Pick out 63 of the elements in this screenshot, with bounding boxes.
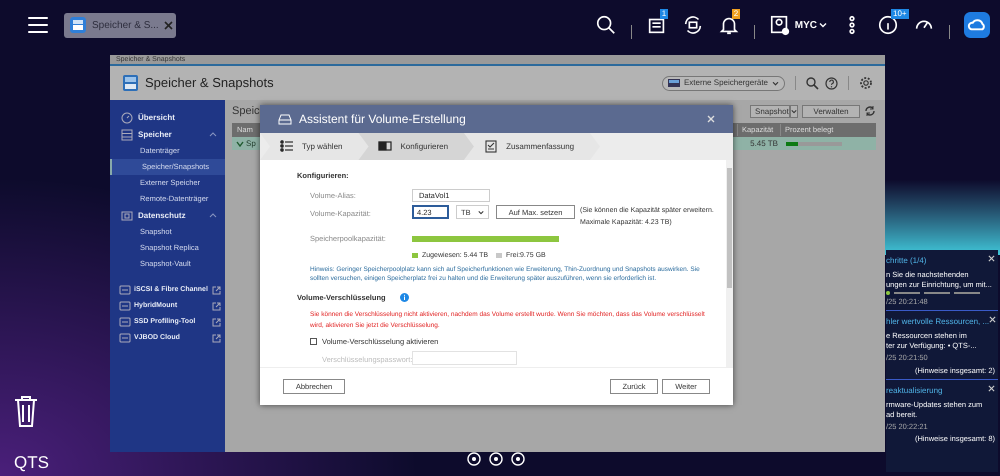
chevron-up-icon[interactable] (209, 132, 217, 137)
step-icon (280, 140, 294, 153)
dock-widget-icon[interactable] (467, 452, 481, 466)
dropdown-toggle[interactable] (790, 104, 798, 118)
badge: 1 (660, 9, 668, 19)
search-icon[interactable] (594, 14, 617, 36)
tool-icon (119, 301, 131, 311)
qts-logo: QTS (14, 452, 49, 474)
sidebar-icon (121, 112, 133, 124)
table-cell-text: 5.45 TB (749, 138, 779, 150)
settings-icon[interactable] (859, 76, 873, 90)
wizard-step[interactable]: Typ wählen (260, 133, 368, 160)
app-logo-icon (122, 74, 139, 92)
external-link-icon[interactable] (212, 318, 221, 326)
caret-icon[interactable] (819, 22, 827, 28)
caret-icon (772, 80, 779, 86)
table-cell: Sp (246, 138, 256, 150)
scrollbar[interactable] (726, 160, 733, 367)
external-link-icon[interactable] (212, 286, 221, 294)
toolbar-button[interactable]: Verwalten (802, 104, 860, 118)
wizard-step[interactable]: Zusammenfassung (464, 133, 600, 160)
step-icon (378, 140, 392, 153)
app-title: Speicher & Snapshots (145, 74, 274, 92)
drive-icon (668, 78, 680, 88)
notification-title[interactable]: hler wertvolle Ressourcen, ... (886, 316, 990, 328)
external-link-icon[interactable] (212, 334, 221, 342)
sidebar-icon (121, 210, 133, 222)
dialog-title: Assistent für Volume-Erstellung (299, 111, 466, 128)
dock-widget-icon[interactable] (489, 452, 503, 466)
sidebar-icon (121, 128, 133, 140)
drive-icon (278, 114, 292, 124)
cloud-icon[interactable] (964, 12, 990, 38)
tool-icon (119, 285, 131, 295)
chevron-down-icon[interactable] (236, 140, 244, 146)
app-icon (69, 16, 87, 34)
step-icon (484, 140, 498, 153)
menu-icon[interactable] (27, 16, 49, 34)
external-link-icon[interactable] (212, 302, 221, 310)
tool-icon (119, 317, 131, 327)
help-icon[interactable] (825, 76, 838, 90)
sidebar-item[interactable]: Speicher (110, 126, 225, 143)
notification-title[interactable]: chritte (1/4) (886, 255, 926, 267)
wizard-step[interactable]: Konfigurieren (358, 133, 474, 160)
checkbox[interactable] (310, 338, 317, 346)
caret-icon (791, 108, 797, 114)
toolbar-button[interactable]: Snapshot (750, 104, 790, 118)
caret-icon (478, 210, 484, 215)
sidebar-item[interactable]: Datenschutz (110, 207, 225, 224)
sidebar-item[interactable]: Übersicht (110, 109, 225, 126)
user-name[interactable]: MYC (794, 18, 817, 32)
refresh-icon[interactable] (864, 105, 876, 117)
dock-widget-icon[interactable] (511, 452, 525, 466)
chevron-up-icon[interactable] (209, 213, 217, 218)
external-storage-button[interactable]: Externe Speichergeräte (662, 76, 785, 90)
notification-title[interactable]: reaktualisierung (886, 384, 942, 397)
section-title: Speic (232, 104, 260, 119)
trash-icon[interactable] (13, 394, 39, 428)
tab-label: Speicher & S... (92, 18, 159, 32)
badge: 10+ (891, 9, 909, 19)
search-icon[interactable] (806, 76, 819, 90)
badge: 2 (732, 9, 740, 19)
user-icon[interactable] (768, 14, 791, 36)
tool-icon (119, 333, 131, 343)
